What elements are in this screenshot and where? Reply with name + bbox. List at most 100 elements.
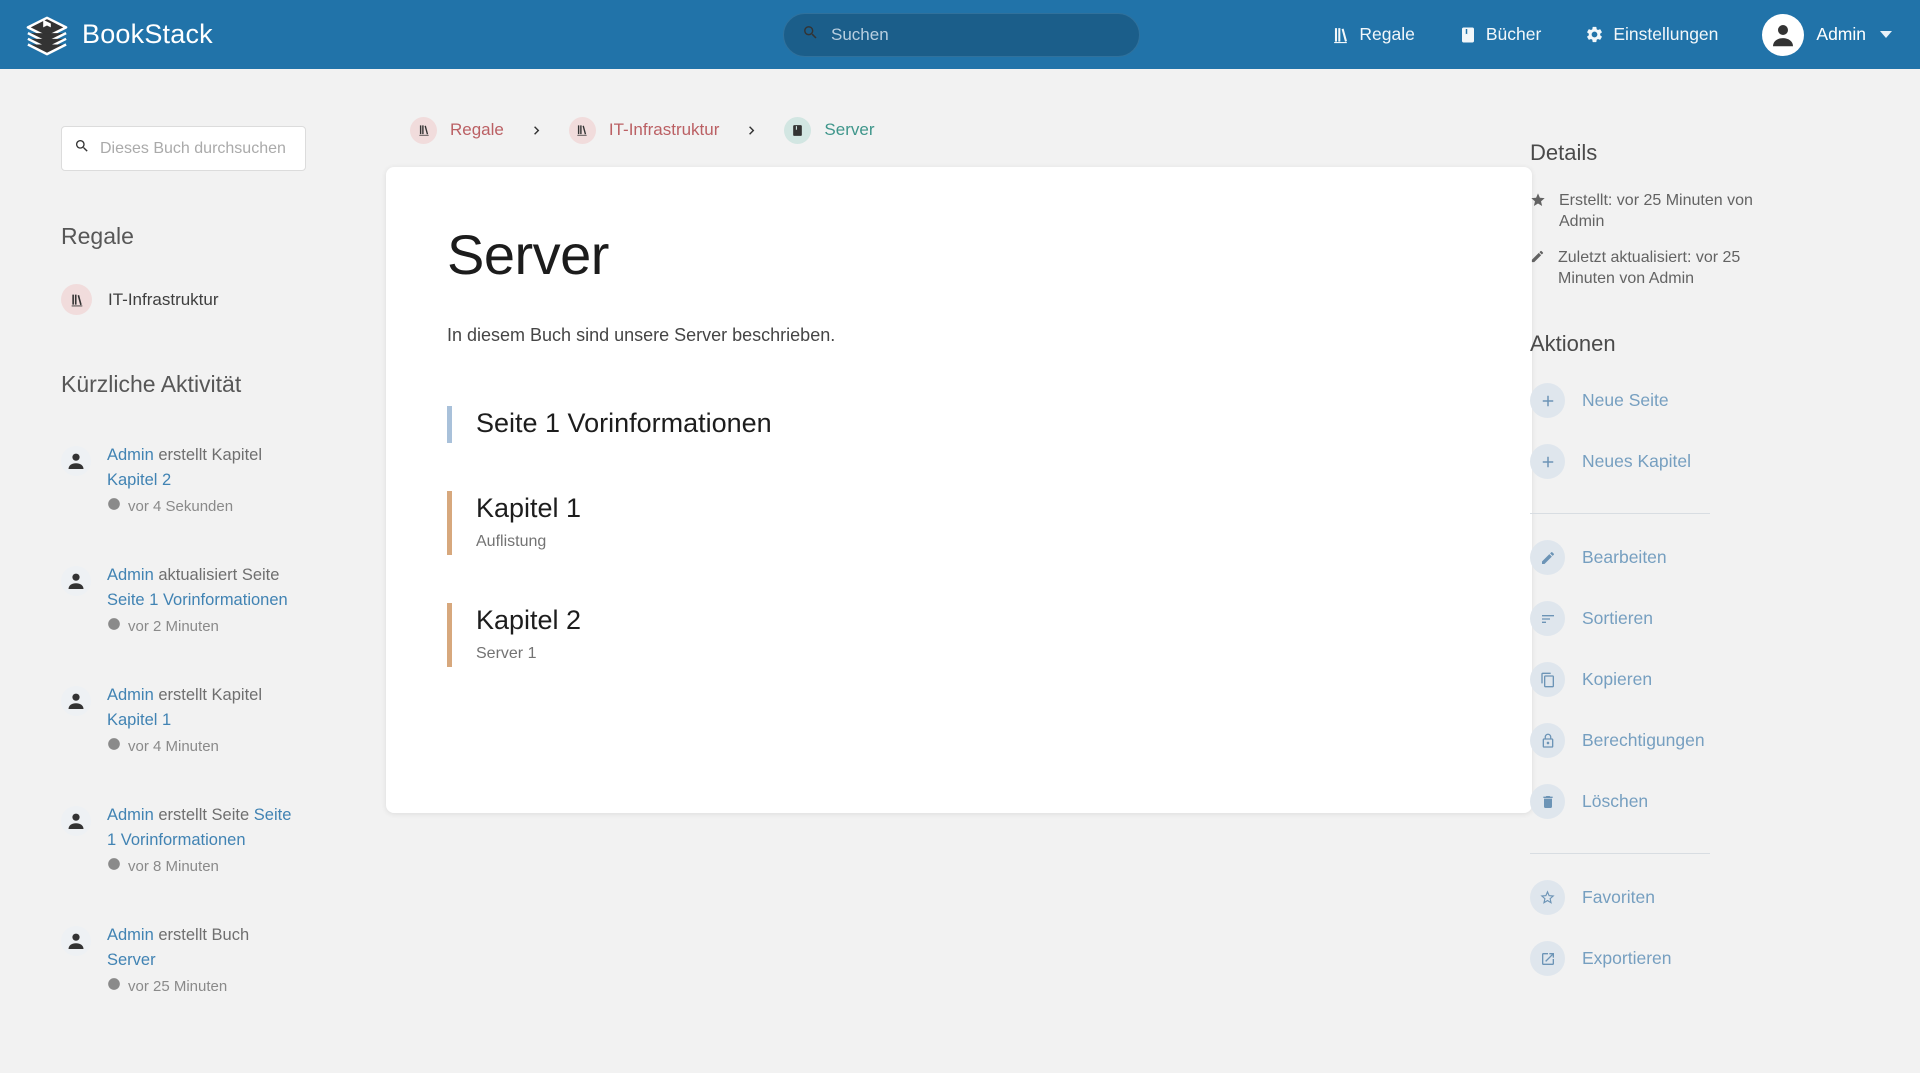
action-label: Löschen [1582, 791, 1648, 812]
nav-shelves[interactable]: Regale [1331, 24, 1414, 45]
global-search-input[interactable] [831, 25, 1121, 45]
activity-action: erstellt Kapitel [158, 686, 262, 704]
copy-button[interactable]: Kopieren [1530, 662, 1800, 697]
favourite-button[interactable]: Favoriten [1530, 880, 1800, 915]
activity-time: vor 8 Minuten [128, 856, 219, 879]
bookshelf-icon [61, 284, 92, 315]
pencil-icon [1530, 249, 1545, 289]
breadcrumb-book[interactable]: Server [784, 117, 874, 144]
plus-icon [1530, 383, 1565, 418]
pencil-icon [1530, 540, 1565, 575]
activity-action: erstellt Kapitel [158, 446, 262, 464]
new-page-button[interactable]: Neue Seite [1530, 383, 1800, 418]
content-item-chapter[interactable]: Kapitel 1 Auflistung [447, 491, 1471, 555]
avatar [61, 566, 91, 596]
book-contents: Seite 1 Vorinformationen Kapitel 1 Aufli… [447, 406, 1471, 667]
left-sidebar: Regale IT-Infrastruktur Kürzliche Aktivi… [61, 69, 306, 998]
export-button[interactable]: Exportieren [1530, 941, 1800, 976]
avatar [61, 806, 91, 836]
lock-icon [1530, 723, 1565, 758]
activity-heading: Kürzliche Aktivität [61, 371, 306, 398]
activity-target-link[interactable]: Server [107, 951, 156, 969]
bookstack-logo-icon [24, 14, 70, 56]
book-search-input[interactable] [100, 140, 293, 158]
meta-created: Erstellt: vor 25 Minuten von Admin [1530, 190, 1800, 232]
activity-actor-link[interactable]: Admin [107, 446, 154, 464]
nav-settings[interactable]: Einstellungen [1585, 24, 1718, 45]
activity-actor-link[interactable]: Admin [107, 566, 154, 584]
action-label: Sortieren [1582, 608, 1653, 629]
activity-item: Admin aktualisiert Seite Seite 1 Vorinfo… [61, 563, 306, 638]
activity-item: Admin erstellt Buch Server vor 25 Minute… [61, 923, 306, 998]
action-label: Bearbeiten [1582, 547, 1667, 568]
page-body: Regale IT-Infrastruktur Kürzliche Aktivi… [0, 69, 1920, 998]
new-chapter-button[interactable]: Neues Kapitel [1530, 444, 1800, 479]
activity-item: Admin erstellt Kapitel Kapitel 2 vor 4 S… [61, 443, 306, 518]
user-menu[interactable]: Admin [1762, 14, 1892, 56]
breadcrumb: Regale IT-Infrastruktur Server [386, 112, 1532, 148]
main-column: Regale IT-Infrastruktur Server [386, 69, 1532, 813]
details-heading: Details [1530, 140, 1800, 166]
activity-actor-link[interactable]: Admin [107, 926, 154, 944]
activity-action: erstellt Seite [158, 806, 249, 824]
activity-item: Admin erstellt Seite Seite 1 Vorinformat… [61, 803, 306, 878]
activity-target-link[interactable]: Seite 1 Vorinformationen [107, 591, 288, 609]
content-item-page[interactable]: Seite 1 Vorinformationen [447, 406, 1471, 443]
activity-actor-link[interactable]: Admin [107, 806, 154, 824]
meta-updated: Zuletzt aktualisiert: vor 25 Minuten von… [1530, 247, 1800, 289]
content-item-title: Kapitel 1 [476, 493, 1471, 524]
activity-time: vor 2 Minuten [128, 616, 219, 639]
meta-updated-text: Zuletzt aktualisiert: vor 25 Minuten von… [1558, 247, 1800, 289]
sort-button[interactable]: Sortieren [1530, 601, 1800, 636]
bookshelf-icon [410, 117, 437, 144]
chevron-down-icon [1880, 31, 1892, 38]
content-item-chapter[interactable]: Kapitel 2 Server 1 [447, 603, 1471, 667]
content-item-subtitle: Server 1 [476, 645, 1471, 663]
meta-created-text: Erstellt: vor 25 Minuten von Admin [1559, 190, 1800, 232]
breadcrumb-shelf[interactable]: IT-Infrastruktur [569, 117, 720, 144]
activity-target-link[interactable]: Kapitel 2 [107, 471, 171, 489]
activity-time: vor 4 Minuten [128, 736, 219, 759]
activity-time: vor 25 Minuten [128, 976, 227, 999]
avatar [61, 926, 91, 956]
edit-button[interactable]: Bearbeiten [1530, 540, 1800, 575]
activity-target-link[interactable]: Kapitel 1 [107, 711, 171, 729]
chevron-right-icon [743, 122, 760, 139]
action-label: Neues Kapitel [1582, 451, 1691, 472]
avatar [61, 446, 91, 476]
shelf-label: IT-Infrastruktur [108, 290, 219, 310]
nav-books-label: Bücher [1486, 24, 1541, 45]
action-label: Kopieren [1582, 669, 1652, 690]
breadcrumb-label: Server [824, 120, 874, 140]
nav-books[interactable]: Bücher [1459, 24, 1541, 45]
copy-icon [1530, 662, 1565, 697]
search-icon [74, 138, 90, 159]
right-sidebar: Details Erstellt: vor 25 Minuten von Adm… [1530, 69, 1800, 976]
book-icon [1459, 26, 1477, 44]
app-logo[interactable]: BookStack [24, 14, 213, 56]
search-icon [802, 24, 819, 46]
activity-item: Admin erstellt Kapitel Kapitel 1 vor 4 M… [61, 683, 306, 758]
activity-list: Admin erstellt Kapitel Kapitel 2 vor 4 S… [61, 443, 306, 998]
activity-time: vor 4 Sekunden [128, 496, 233, 519]
user-name: Admin [1816, 24, 1866, 45]
delete-button[interactable]: Löschen [1530, 784, 1800, 819]
breadcrumb-shelves[interactable]: Regale [410, 117, 504, 144]
shelves-heading: Regale [61, 223, 306, 250]
permissions-button[interactable]: Berechtigungen [1530, 723, 1800, 758]
breadcrumb-label: Regale [450, 120, 504, 140]
divider [1530, 513, 1710, 514]
sidebar-item-shelf[interactable]: IT-Infrastruktur [61, 284, 306, 315]
clock-icon [107, 856, 121, 879]
action-label: Favoriten [1582, 887, 1655, 908]
book-description: In diesem Buch sind unsere Server beschr… [447, 325, 1471, 346]
activity-action: erstellt Buch [158, 926, 249, 944]
activity-actor-link[interactable]: Admin [107, 686, 154, 704]
app-name: BookStack [82, 19, 213, 50]
actions-list: Neue Seite Neues Kapitel Bearbeiten So [1530, 383, 1800, 976]
bookshelf-icon [569, 117, 596, 144]
export-icon [1530, 941, 1565, 976]
clock-icon [107, 616, 121, 639]
book-card: Server In diesem Buch sind unsere Server… [386, 167, 1532, 813]
plus-icon [1530, 444, 1565, 479]
